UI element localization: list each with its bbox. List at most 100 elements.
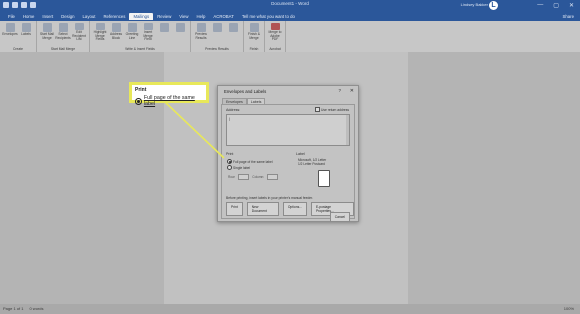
group-name: Acrobat [269,47,281,51]
select-recipients-button[interactable]: Select Recipients [55,21,71,42]
help-icon[interactable]: ? [338,88,341,93]
group-name: Create [13,47,23,51]
user-name[interactable]: Lindsey Bakker [461,2,488,7]
tab-file[interactable]: File [4,13,19,20]
rules-button[interactable] [156,21,172,42]
check-errors-icon [228,23,238,32]
word-count[interactable]: 0 words [29,306,43,311]
recipients-icon [58,23,68,32]
pdf-icon [270,23,280,31]
envelopes-button[interactable]: Envelopes [2,21,18,42]
match-fields-button[interactable] [172,21,188,42]
close-icon[interactable]: ✕ [350,88,354,94]
cancel-button[interactable]: Cancel [329,212,350,222]
label-info[interactable]: Label Microsoft, 1/2 Letter 1/2 Letter P… [296,152,348,194]
finish-merge-icon [249,23,259,32]
check-errors-button[interactable] [225,21,241,42]
print-button[interactable]: Print [226,202,243,216]
preview-icon [196,23,206,32]
tell-me-search[interactable]: Tell me what you want to do [238,13,299,20]
envelopes-labels-dialog: Envelopes and Labels ? ✕ Envelopes Label… [217,85,359,222]
tab-mailings[interactable]: Mailings [129,13,154,20]
merge-to-pdf-button[interactable]: Merge to Adobe PDF [267,21,283,42]
finish-merge-button[interactable]: Finish & Merge [246,21,262,42]
title-bar: Document1 - Word Lindsey Bakker L — ▢ ✕ [0,0,580,12]
address-block-button[interactable]: Address Block [108,21,124,42]
callout-title: Print [135,87,147,93]
radio-selected-icon[interactable] [135,97,142,105]
row-column-fields: Row: Column: [228,174,279,180]
edit-recipient-list-button[interactable]: Edit Recipient List [71,21,87,42]
label-preview[interactable] [318,170,330,187]
status-bar: Page 1 of 1 0 words 100% [0,304,580,314]
tab-layout[interactable]: Layout [79,13,100,20]
group-write-insert-fields: Highlight Merge Fields Address Block Gre… [90,21,191,52]
address-input[interactable]: | [226,114,350,146]
single-label-option[interactable]: Single label [227,165,250,170]
labels-button[interactable]: Labels [18,21,34,42]
printer-note: Before printing, insert labels in your p… [226,196,313,200]
tab-view[interactable]: View [175,13,192,20]
radio-selected-icon[interactable] [227,159,232,164]
group-name: Preview Results [205,47,229,51]
highlight-icon [95,23,105,31]
preview-results-button[interactable]: Preview Results [193,21,209,42]
group-name: Start Mail Merge [50,47,76,51]
group-name: Write & Insert Fields [125,47,155,51]
label-icon [21,23,31,32]
tab-review[interactable]: Review [153,13,175,20]
group-acrobat: Merge to Adobe PDF Acrobat [265,21,286,52]
callout-full-page-option[interactable]: Full page of the same label [135,95,206,107]
text-cursor: | [229,117,230,121]
radio-icon[interactable] [227,165,232,170]
window-controls: — ▢ ✕ [537,2,574,9]
greeting-line-button[interactable]: Greeting Line [124,21,140,42]
tab-home[interactable]: Home [19,13,38,20]
mail-merge-icon [42,23,52,32]
avatar[interactable]: L [489,1,498,10]
tab-acrobat[interactable]: ACROBAT [209,13,237,20]
group-preview-results: Preview Results Preview Results [191,21,244,52]
ribbon-tabs: File Home Insert Design Layout Reference… [0,12,580,21]
match-fields-icon [175,23,185,32]
row-label: Row: [228,175,236,179]
edit-list-icon [74,23,84,31]
address-label: Address: [226,108,241,112]
column-stepper[interactable] [267,174,279,180]
tab-help[interactable]: Help [193,13,210,20]
column-label: Column: [252,175,265,179]
minimize-button[interactable]: — [537,2,543,9]
insert-merge-field-button[interactable]: Insert Merge Field [140,21,156,42]
checkbox-icon[interactable] [315,107,320,112]
label-type: 1/2 Letter Postcard [298,162,325,166]
greeting-icon [127,23,137,32]
row-stepper[interactable] [238,174,250,180]
rules-icon [159,23,169,32]
start-mail-merge-button[interactable]: Start Mail Merge [39,21,55,42]
envelope-icon [5,23,15,32]
close-button[interactable]: ✕ [569,2,574,9]
page-count[interactable]: Page 1 of 1 [3,306,23,311]
options-button[interactable]: Options... [282,202,307,216]
labels-panel: Address: Use return address | Print Full… [221,104,355,222]
zoom-level[interactable]: 100% [564,306,574,311]
scrollbar[interactable] [346,115,349,145]
zoom-callout: Print Full page of the same label [129,82,209,107]
tab-design[interactable]: Design [57,13,78,20]
highlight-merge-fields-button[interactable]: Highlight Merge Fields [92,21,108,42]
group-finish: Finish & Merge Finish [244,21,265,52]
tab-insert[interactable]: Insert [38,13,57,20]
full-page-option[interactable]: Full page of the same label [227,159,273,164]
ribbon: Envelopes Labels Create Start Mail Merge… [0,21,580,53]
print-options: Print Full page of the same label Single… [226,152,292,180]
find-recipient-button[interactable] [209,21,225,42]
group-create: Envelopes Labels Create [0,21,37,52]
label-group-title: Label [296,152,305,156]
new-document-button[interactable]: New Document [246,202,279,216]
maximize-button[interactable]: ▢ [553,2,559,9]
merge-field-icon [143,23,153,31]
share-button[interactable]: Share [563,14,574,19]
navigation-icon [212,23,222,32]
use-return-address-option[interactable]: Use return address [315,107,349,112]
tab-references[interactable]: References [99,13,129,20]
